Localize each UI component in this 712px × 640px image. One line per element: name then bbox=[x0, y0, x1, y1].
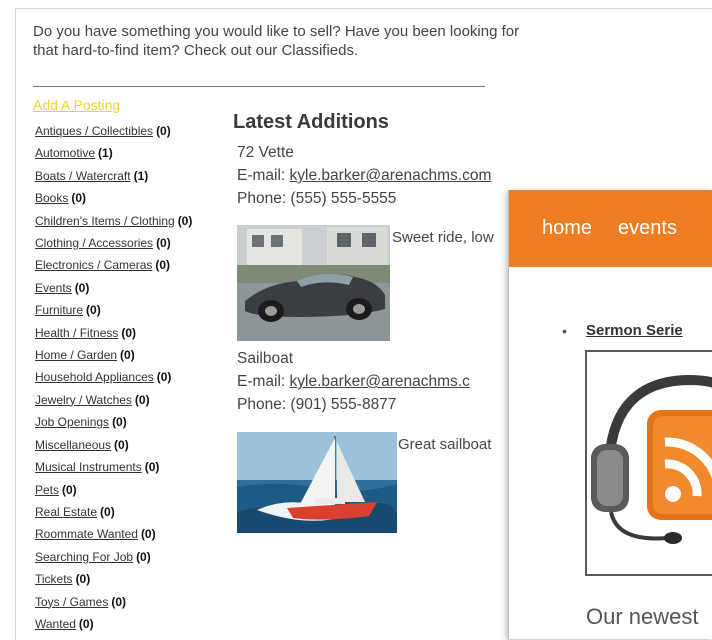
category-item: Searching For Job (0) bbox=[35, 546, 245, 568]
category-count: (0) bbox=[114, 437, 129, 452]
intro-line-1: Do you have something you would like to … bbox=[33, 23, 520, 40]
email-label: E-mail: bbox=[237, 373, 286, 390]
listing-description: Sweet ride, low bbox=[392, 229, 494, 246]
category-item: Jewelry / Watches (0) bbox=[35, 389, 245, 411]
category-item: Health / Fitness (0) bbox=[35, 322, 245, 344]
category-count: (0) bbox=[156, 236, 171, 251]
category-count: (1) bbox=[98, 146, 113, 161]
category-count: (0) bbox=[62, 482, 77, 497]
category-item: Electronics / Cameras (0) bbox=[35, 254, 245, 276]
rss-headphones-icon bbox=[587, 352, 712, 574]
listing-email-row: E-mail: kyle.barker@arenachms.com bbox=[237, 164, 557, 187]
category-count: (0) bbox=[71, 191, 87, 206]
category-item: Children's Items / Clothing (0) bbox=[35, 210, 245, 232]
category-link[interactable]: Jewelry / Watches bbox=[35, 393, 132, 407]
category-item: Antiques / Collectibles (0) bbox=[35, 120, 245, 142]
email-link[interactable]: kyle.barker@arenachms.c bbox=[290, 373, 470, 390]
listing-description: Great sailboat bbox=[398, 436, 492, 453]
category-item: Events (0) bbox=[35, 277, 245, 299]
category-count: (0) bbox=[140, 527, 156, 542]
category-count: (0) bbox=[134, 392, 150, 407]
category-count: (0) bbox=[86, 303, 101, 318]
category-count: (0) bbox=[75, 572, 91, 587]
sermon-series-link[interactable]: Sermon Serie bbox=[586, 322, 683, 339]
category-count: (0) bbox=[121, 325, 137, 340]
category-link[interactable]: Children's Items / Clothing bbox=[35, 214, 175, 228]
overlay-panel[interactable]: home events • Sermon Serie Our newest bbox=[508, 190, 712, 639]
category-link[interactable]: Household Appliances bbox=[35, 370, 154, 384]
category-count: (0) bbox=[100, 504, 115, 519]
category-link[interactable]: Boats / Watercraft bbox=[35, 169, 131, 183]
category-item: Toys / Games (0) bbox=[35, 591, 245, 613]
podcast-rss-image[interactable] bbox=[585, 350, 712, 576]
category-item: Real Estate (0) bbox=[35, 501, 245, 523]
category-link[interactable]: Electronics / Cameras bbox=[35, 258, 152, 272]
category-count: (0) bbox=[120, 348, 135, 363]
nav-home[interactable]: home bbox=[542, 217, 592, 240]
bullet-icon: • bbox=[562, 323, 567, 339]
category-link[interactable]: Musical Instruments bbox=[35, 460, 142, 474]
category-count: (0) bbox=[74, 280, 90, 295]
category-count: (1) bbox=[133, 168, 149, 183]
divider bbox=[33, 86, 485, 87]
category-link[interactable]: Events bbox=[35, 281, 72, 295]
category-item: Household Appliances (0) bbox=[35, 366, 245, 388]
category-item: Job Openings (0) bbox=[35, 411, 245, 433]
category-link[interactable]: Pets bbox=[35, 483, 59, 497]
intro-line-2: that hard-to-find item? Check out our Cl… bbox=[33, 42, 359, 59]
category-count: (0) bbox=[112, 415, 127, 430]
category-count: (0) bbox=[156, 370, 172, 385]
category-link[interactable]: Antiques / Collectibles bbox=[35, 124, 153, 138]
category-item: Roommate Wanted (0) bbox=[35, 523, 245, 545]
category-link[interactable]: Job Openings bbox=[35, 415, 109, 429]
nav-events[interactable]: events bbox=[618, 217, 677, 240]
corvette-photo[interactable] bbox=[237, 225, 390, 341]
category-item: Automotive (1) bbox=[35, 142, 245, 164]
category-link[interactable]: Books bbox=[35, 191, 68, 205]
category-link[interactable]: Searching For Job bbox=[35, 550, 133, 564]
add-posting-link[interactable]: Add A Posting bbox=[33, 97, 120, 113]
category-count: (0) bbox=[155, 258, 171, 273]
category-link[interactable]: Roommate Wanted bbox=[35, 527, 138, 541]
category-count: (0) bbox=[177, 213, 193, 228]
classifieds-intro: Do you have something you would like to … bbox=[33, 22, 653, 60]
category-link[interactable]: Clothing / Accessories bbox=[35, 236, 153, 250]
listing-title: 72 Vette bbox=[237, 144, 294, 161]
category-item: Boats / Watercraft (1) bbox=[35, 165, 245, 187]
category-count: (0) bbox=[111, 594, 127, 609]
overlay-nav-bar: home events bbox=[509, 190, 712, 267]
latest-additions-heading: Latest Additions bbox=[233, 111, 389, 133]
category-item: Pets (0) bbox=[35, 479, 245, 501]
overlay-newest-text: Our newest bbox=[586, 604, 699, 629]
category-link[interactable]: Wanted bbox=[35, 617, 76, 631]
category-link[interactable]: Automotive bbox=[35, 146, 95, 160]
category-link[interactable]: Toys / Games bbox=[35, 595, 108, 609]
category-item: Clothing / Accessories (0) bbox=[35, 232, 245, 254]
category-link[interactable]: Tickets bbox=[35, 572, 73, 586]
category-link[interactable]: Health / Fitness bbox=[35, 326, 118, 340]
category-item: Home / Garden (0) bbox=[35, 344, 245, 366]
category-link[interactable]: Home / Garden bbox=[35, 348, 117, 362]
category-count: (0) bbox=[136, 549, 151, 564]
category-link[interactable]: Real Estate bbox=[35, 505, 97, 519]
email-link[interactable]: kyle.barker@arenachms.com bbox=[290, 167, 492, 184]
category-item: Furniture (0) bbox=[35, 299, 245, 321]
category-item: Tickets (0) bbox=[35, 568, 245, 590]
category-link[interactable]: Furniture bbox=[35, 303, 83, 317]
category-count: (0) bbox=[78, 616, 94, 631]
category-count: (0) bbox=[156, 124, 171, 138]
category-item: Wanted (0) bbox=[35, 613, 245, 635]
category-count: (0) bbox=[144, 460, 160, 475]
category-link[interactable]: Miscellaneous bbox=[35, 438, 111, 452]
sailboat-photo[interactable] bbox=[237, 432, 397, 533]
category-list: Antiques / Collectibles (0) Automotive (1)… bbox=[35, 120, 245, 635]
email-label: E-mail: bbox=[237, 167, 286, 184]
category-item: Miscellaneous (0) bbox=[35, 434, 245, 456]
category-item: Musical Instruments (0) bbox=[35, 456, 245, 478]
category-item: Books (0) bbox=[35, 187, 245, 209]
